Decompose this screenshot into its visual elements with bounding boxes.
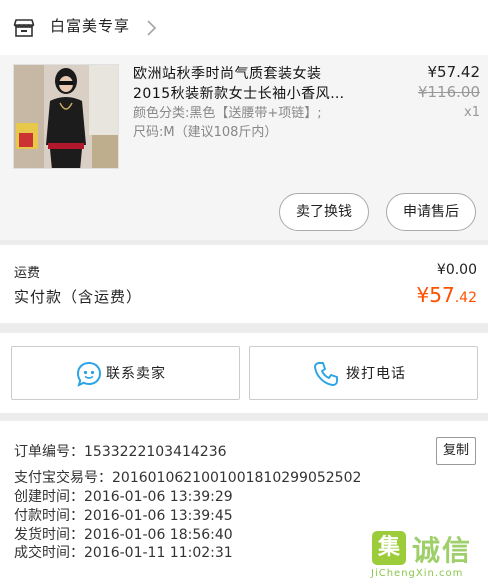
paid-amount: ¥57.42 [417, 283, 477, 307]
alipay-number: 支付宝交易号：2016010621001001810299052502 [14, 470, 362, 486]
watermark-logo: 集 [372, 531, 406, 565]
product-spec: 颜色分类:黑色【送腰带+项链】; 尺码:M（建议108斤内） [133, 104, 395, 142]
after-sale-button[interactable]: 申请售后 [386, 193, 476, 231]
product-title-line: 欧洲站秋季时尚气质套装女装 [133, 66, 322, 82]
store-name: 白富美专享 [50, 17, 131, 35]
product-spec-line: 颜色分类:黑色【送腰带+项链】; [133, 106, 322, 121]
product-price: ¥57.42 [427, 63, 481, 81]
call-button[interactable]: 拨打电话 [249, 346, 478, 400]
paid-label: 实付款（含运费） [14, 288, 143, 306]
shipped-time: 发货时间：2016-01-06 18:56:40 [14, 527, 233, 543]
product-spec-line: 尺码:M（建议108斤内） [133, 125, 278, 140]
phone-icon [314, 362, 338, 386]
paid-integer: 57 [429, 283, 455, 307]
completed-time: 成交时间：2016-01-11 11:02:31 [14, 545, 233, 561]
copy-button[interactable]: 复制 [436, 437, 476, 465]
product-title-line: 2015秋装新款女士长袖小香风… [133, 86, 345, 102]
watermark-url: JiChengXin.com [371, 568, 464, 579]
shipping-label: 运费 [14, 266, 41, 281]
paid-currency: ¥ [416, 283, 430, 307]
paid-decimal: .42 [454, 290, 477, 306]
chevron-right-icon [147, 20, 157, 36]
watermark: 集 诚信 JiChengXin.com [366, 528, 488, 580]
created-time: 创建时间：2016-01-06 13:39:29 [14, 489, 233, 505]
watermark-text: 诚信 [412, 534, 473, 567]
shipping-value: ¥0.00 [436, 262, 477, 278]
product-title: 欧洲站秋季时尚气质套装女装 2015秋装新款女士长袖小香风… [133, 64, 395, 104]
contact-bar: 联系卖家 拨打电话 [0, 333, 488, 413]
store-icon [13, 19, 35, 37]
product-thumbnail[interactable] [13, 64, 119, 169]
product-original-price: ¥116.00 [417, 83, 480, 101]
order-number: 订单编号：1533222103414236 [14, 444, 227, 460]
product-item[interactable]: 欧洲站秋季时尚气质套装女装 2015秋装新款女士长袖小香风… 颜色分类:黑色【送… [0, 55, 488, 240]
sell-button[interactable]: 卖了换钱 [279, 193, 369, 231]
contact-seller-label: 联系卖家 [106, 366, 166, 382]
order-totals: 运费 ¥0.00 实付款（含运费） ¥57.42 [0, 245, 488, 323]
call-label: 拨打电话 [346, 366, 406, 382]
product-quantity: x1 [464, 105, 480, 120]
paid-time: 付款时间：2016-01-06 13:39:45 [14, 508, 233, 524]
contact-seller-button[interactable]: 联系卖家 [11, 346, 240, 400]
store-header[interactable]: 白富美专享 [0, 0, 488, 55]
chat-bubble-icon [76, 361, 102, 387]
